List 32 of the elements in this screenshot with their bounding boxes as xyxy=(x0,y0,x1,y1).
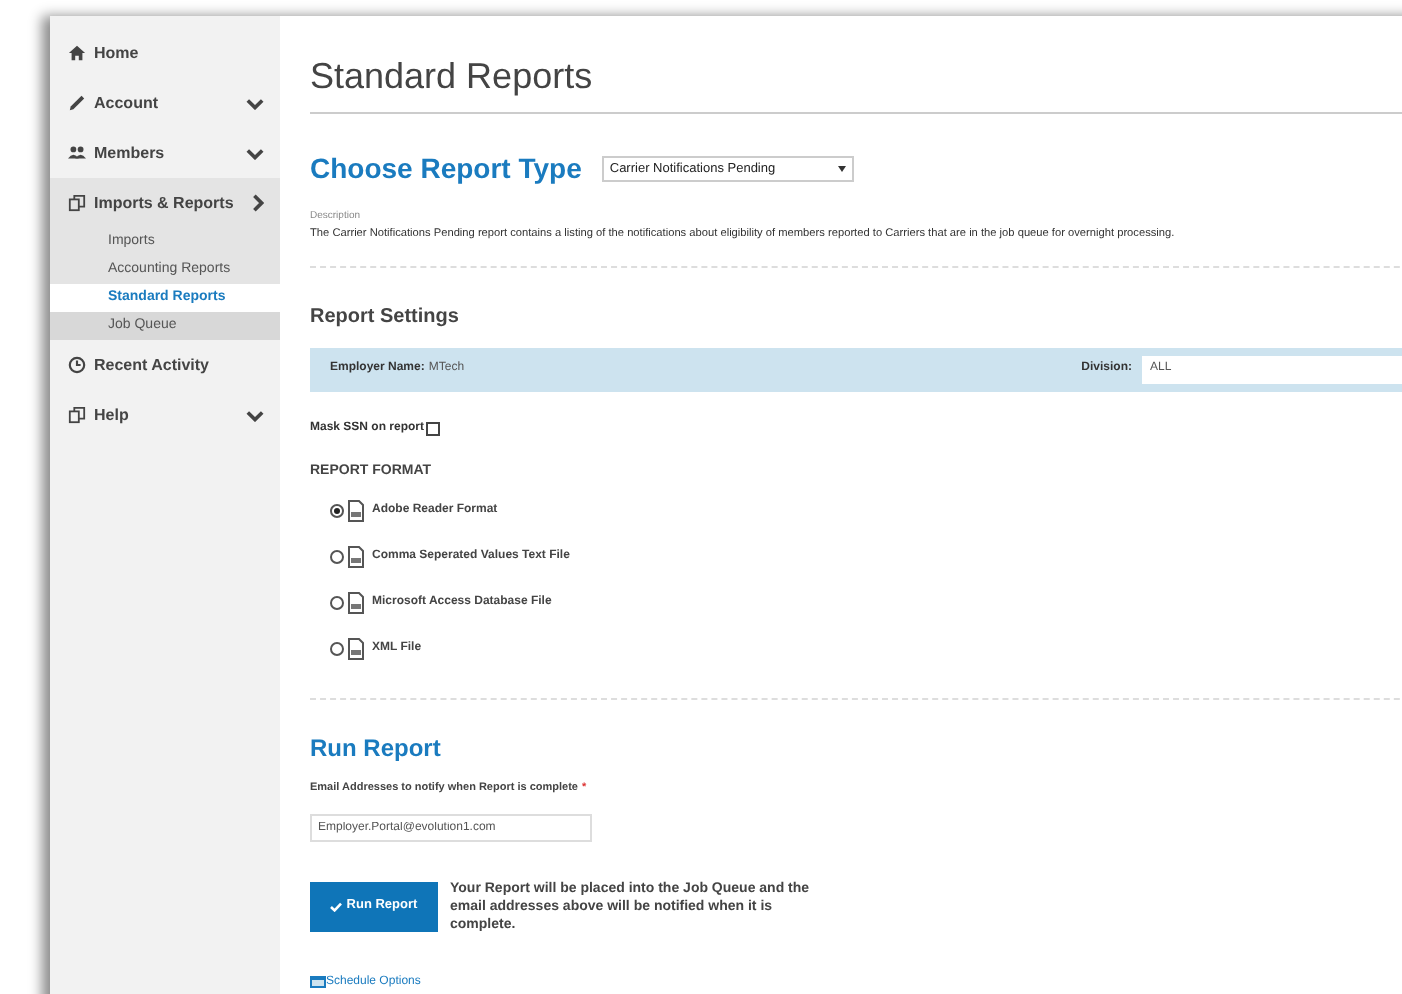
sidebar-item[interactable]: Members xyxy=(50,128,280,178)
sidebar-item[interactable]: Recent Activity xyxy=(50,340,280,390)
copy-icon xyxy=(68,406,86,424)
copy-icon xyxy=(68,194,86,212)
clock-icon xyxy=(68,356,86,374)
pencil-icon xyxy=(68,94,86,112)
chevron-down-icon xyxy=(246,147,264,159)
format-radio[interactable] xyxy=(330,504,344,519)
section-heading: Report Settings xyxy=(310,303,461,332)
chevron-down-icon xyxy=(246,409,264,421)
sidebar-item[interactable]: Home xyxy=(50,28,280,78)
sidebar-item[interactable]: Help xyxy=(50,390,280,440)
users-icon xyxy=(68,144,86,162)
format-radio[interactable] xyxy=(330,642,344,657)
format-radio[interactable] xyxy=(330,550,344,565)
section-heading: Run Report xyxy=(310,732,443,767)
chevron-down-icon xyxy=(246,97,264,109)
home-icon xyxy=(68,44,86,62)
calendar-icon xyxy=(310,976,326,989)
sidebar-item[interactable]: Account xyxy=(50,78,280,128)
mask-ssn-checkbox[interactable] xyxy=(426,421,441,436)
file-icon xyxy=(348,592,364,615)
format-radio[interactable] xyxy=(330,596,344,611)
section-heading: Choose Report Type xyxy=(310,150,582,188)
file-icon xyxy=(348,546,364,569)
file-icon xyxy=(348,638,364,661)
sidebar-item[interactable]: Imports & Reports xyxy=(50,178,280,228)
caret-icon xyxy=(837,166,846,172)
page-title: Standard Reports xyxy=(310,54,595,100)
chevron-right-icon xyxy=(252,194,264,212)
file-icon xyxy=(348,500,364,523)
check-icon xyxy=(330,901,343,912)
